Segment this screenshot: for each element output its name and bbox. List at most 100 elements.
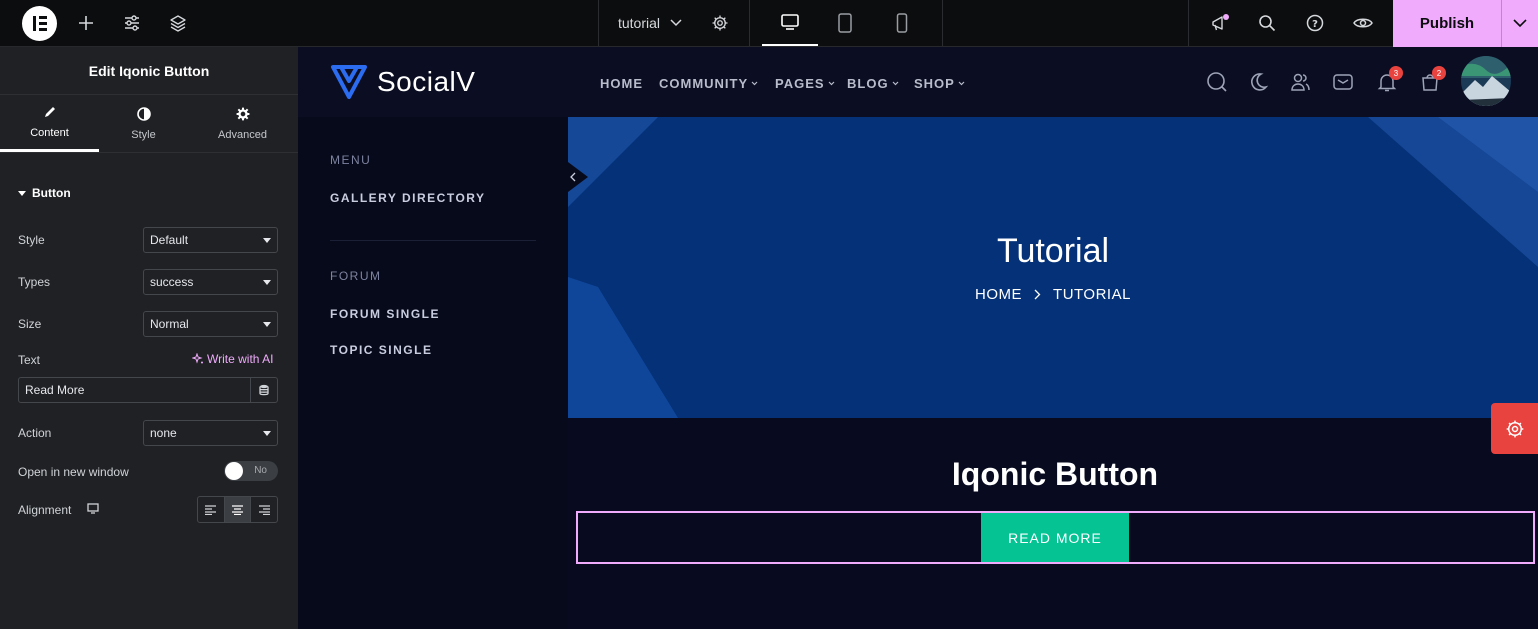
tab-content[interactable]: Content — [0, 95, 99, 152]
align-center-button[interactable] — [224, 497, 252, 522]
sidebar-heading-forum: FORUM — [330, 269, 382, 283]
tab-advanced-label: Advanced — [218, 128, 267, 141]
gear-icon — [1506, 420, 1523, 437]
avatar[interactable] — [1461, 56, 1511, 106]
widget-heading: Iqonic Button — [951, 456, 1159, 492]
sidebar-item-gallery-directory[interactable]: GALLERY DIRECTORY — [330, 191, 486, 205]
breadcrumb-home[interactable]: HOME — [975, 286, 1022, 303]
structure-button[interactable] — [164, 0, 192, 46]
tablet-view-button[interactable] — [830, 0, 860, 46]
text-field[interactable]: Read More — [18, 377, 278, 403]
chevron-down-icon — [1513, 19, 1527, 28]
nav-pages[interactable]: PAGES — [775, 76, 835, 91]
size-value: Normal — [150, 317, 189, 331]
desktop-icon — [781, 14, 799, 30]
caret-down-icon — [263, 237, 271, 243]
nav-shop[interactable]: SHOP — [914, 76, 965, 91]
style-select[interactable]: Default — [143, 227, 278, 253]
editor-panel: Edit Iqonic Button Content Style Advance… — [0, 47, 298, 629]
breadcrumb-current: TUTORIAL — [1053, 286, 1131, 303]
site-search-icon[interactable] — [1206, 71, 1228, 93]
caret-down-icon — [263, 321, 271, 327]
mobile-icon — [896, 13, 908, 33]
size-select[interactable]: Normal — [143, 311, 278, 337]
section-toggle-button[interactable]: Button — [18, 186, 71, 200]
megaphone-icon — [1212, 14, 1229, 31]
help-button[interactable]: ? — [1301, 0, 1329, 46]
site-settings-button[interactable] — [118, 0, 146, 46]
align-center-icon — [232, 504, 243, 515]
section-title: Button — [32, 186, 71, 200]
alignment-label: Alignment — [18, 503, 72, 517]
types-label: Types — [18, 275, 51, 289]
breadcrumb: HOME TUTORIAL — [568, 286, 1538, 303]
page-selector[interactable]: tutorial — [608, 0, 692, 46]
plus-icon — [79, 16, 93, 30]
nav-shop-label: SHOP — [914, 76, 955, 91]
tab-style[interactable]: Style — [94, 95, 193, 152]
dynamic-tags-button[interactable] — [250, 378, 277, 402]
publish-options-button[interactable] — [1501, 0, 1538, 47]
editor-topbar: tutorial ? Publish — [0, 0, 1538, 47]
chevron-right-icon — [1034, 289, 1041, 300]
action-select[interactable]: none — [143, 420, 278, 446]
moon-icon[interactable] — [1247, 71, 1269, 93]
write-with-ai-label: Write with AI — [207, 352, 274, 366]
nav-blog-label: BLOG — [847, 76, 889, 91]
page-name: tutorial — [617, 15, 661, 31]
nav-home[interactable]: HOME — [600, 76, 643, 91]
action-label: Action — [18, 426, 52, 440]
elementor-logo-button[interactable] — [22, 6, 57, 41]
new-window-toggle[interactable]: No — [224, 461, 278, 481]
finder-button[interactable] — [1253, 0, 1281, 46]
desktop-view-button[interactable] — [762, 0, 818, 46]
read-more-button[interactable]: READ MORE — [981, 513, 1129, 562]
sidebar-item-topic-single[interactable]: TOPIC SINGLE — [330, 343, 432, 357]
chevron-down-icon — [828, 81, 834, 86]
sidebar-divider — [330, 240, 536, 241]
align-right-button[interactable] — [251, 497, 277, 522]
half-circle-icon — [136, 106, 151, 121]
mail-icon[interactable] — [1332, 71, 1354, 93]
nav-community[interactable]: COMMUNITY — [659, 76, 758, 91]
sparkle-icon — [192, 353, 203, 364]
tab-style-label: Style — [131, 128, 156, 141]
whats-new-button[interactable] — [1206, 0, 1234, 46]
align-right-icon — [258, 504, 270, 515]
publish-group: Publish — [1393, 0, 1538, 47]
hero-title: Tutorial — [996, 232, 1110, 270]
mobile-view-button[interactable] — [887, 0, 917, 46]
panel-tabs: Content Style Advanced — [0, 95, 298, 153]
chevron-down-icon — [958, 81, 965, 86]
size-label: Size — [18, 317, 42, 331]
svg-text:?: ? — [1312, 19, 1318, 30]
cart-badge: 2 — [1432, 66, 1446, 80]
help-icon: ? — [1306, 14, 1324, 32]
page-settings-button[interactable] — [706, 0, 734, 46]
nav-community-label: COMMUNITY — [659, 76, 749, 91]
elementor-icon — [33, 16, 47, 31]
tab-advanced[interactable]: Advanced — [193, 95, 292, 152]
nav-blog[interactable]: BLOG — [847, 76, 899, 91]
friends-icon[interactable] — [1289, 71, 1311, 93]
desktop-icon[interactable] — [87, 503, 99, 514]
gear-icon — [236, 107, 249, 120]
types-select[interactable]: success — [143, 269, 278, 295]
text-label: Text — [18, 353, 41, 367]
publish-button[interactable]: Publish — [1393, 0, 1501, 47]
chevron-down-icon — [751, 81, 758, 86]
align-left-icon — [205, 504, 217, 515]
nav-home-label: HOME — [600, 76, 643, 91]
preview-button[interactable] — [1349, 0, 1377, 46]
write-with-ai-button[interactable]: Write with AI — [192, 352, 273, 366]
add-element-button[interactable] — [72, 0, 100, 46]
text-field-value: Read More — [25, 383, 85, 397]
align-left-button[interactable] — [198, 497, 225, 522]
site-settings-fab[interactable] — [1491, 403, 1538, 454]
caret-down-icon — [263, 430, 271, 436]
action-value: none — [150, 426, 177, 440]
toggle-knob — [225, 462, 243, 480]
sidebar-item-forum-single[interactable]: FORUM SINGLE — [330, 307, 440, 321]
site-logo[interactable]: SocialV — [330, 64, 475, 100]
toggle-text: No — [254, 465, 267, 476]
